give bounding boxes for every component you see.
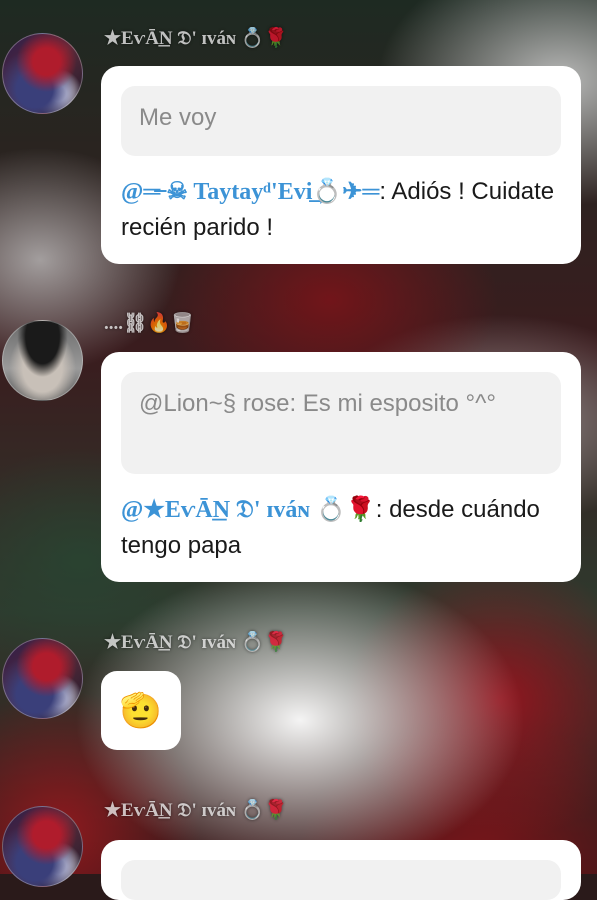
reply-text: @═̶̶̶̶ ☠ Taytayᵈ'Evi͢͢͢💍✈═: Adiós ! Cuid… <box>121 174 561 245</box>
sender-name[interactable]: ★EѵĀ͟N 𝔇' ɪᴠáɴ 💍🌹 <box>104 798 288 822</box>
sender-name[interactable]: ★EѵĀ͟N 𝔇' ɪᴠáɴ 💍🌹 <box>104 26 288 50</box>
sticker-bubble[interactable]: 🫡 <box>101 671 181 750</box>
message-bubble[interactable]: Me voy @═̶̶̶̶ ☠ Taytayᵈ'Evi͢͢͢💍✈═: Adiós… <box>101 66 581 264</box>
avatar[interactable] <box>2 33 83 114</box>
message-bubble[interactable]: @Lion~§ rose: Es mi esposito °^° @★EѵĀ͟N… <box>101 352 581 582</box>
avatar[interactable] <box>2 320 83 401</box>
quoted-message[interactable]: Me voy <box>121 86 561 156</box>
quoted-message[interactable]: @Lion~§ rose: Es mi esposito °^° <box>121 372 561 474</box>
user-mention[interactable]: @★EѵĀ͟N 𝔇' ɪᴠáɴ 💍🌹 <box>121 497 376 523</box>
sender-name[interactable]: ★EѵĀ͟N 𝔇' ɪᴠáɴ 💍🌹 <box>104 630 288 654</box>
quoted-message[interactable] <box>121 860 561 900</box>
sticker-emoji: 🫡 <box>119 691 163 730</box>
sender-name[interactable]: ....⛓🔥🥃 <box>104 311 194 335</box>
message-bubble[interactable] <box>101 840 581 900</box>
avatar[interactable] <box>2 638 83 719</box>
avatar[interactable] <box>2 806 83 887</box>
reply-text: @★EѵĀ͟N 𝔇' ɪᴠáɴ 💍🌹: desde cuándo tengo p… <box>121 492 561 563</box>
user-mention[interactable]: @═̶̶̶̶ ☠ Taytayᵈ'Evi͢͢͢💍✈═ <box>121 179 379 205</box>
